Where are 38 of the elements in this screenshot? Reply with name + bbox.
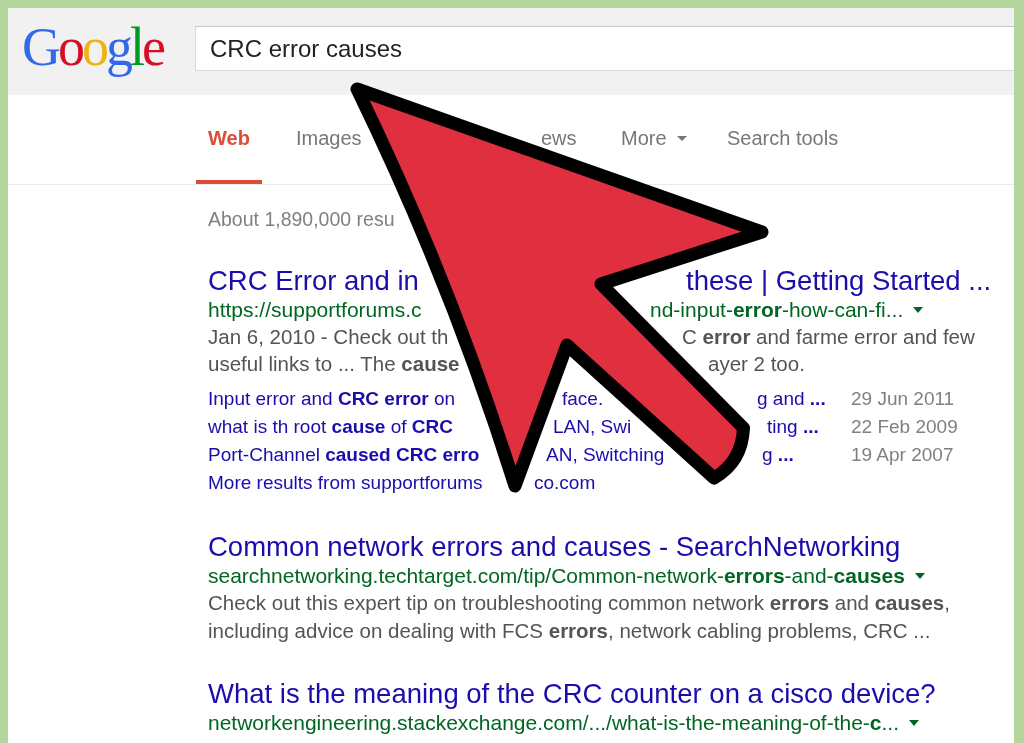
result-title-link[interactable]: Common network errors and causes - SearchNetworking [208, 531, 901, 563]
tab[interactable]: More [621, 129, 687, 147]
result-snippet: ayer 2 too. [708, 352, 805, 377]
sitelink[interactable]: g and ... [757, 388, 826, 410]
result-url: nd-input-error-how-can-fi... [650, 297, 904, 323]
sitelink[interactable]: face. [562, 388, 604, 410]
sitelink[interactable]: Port-Channel caused CRC erro [208, 444, 480, 466]
dropdown-caret-icon[interactable] [913, 307, 924, 313]
result-url: https://supportforums.c [208, 297, 422, 323]
caret-icon [676, 135, 687, 141]
result-url: networkengineering.stackexchange.com/.../what-is-the-meaning-of-the-c... [208, 710, 900, 736]
sitelink-date: 19 Apr 2007 [851, 444, 954, 466]
sitelink[interactable]: g ... [762, 444, 794, 466]
sitelink[interactable]: LAN, Swi [553, 416, 632, 438]
tab[interactable]: Search tools [727, 129, 839, 147]
tab[interactable]: Images [296, 129, 362, 147]
sitelink[interactable]: what is th root cause of CRC [208, 416, 453, 438]
sitelink[interactable]: AN, Switching [546, 444, 665, 466]
sitelink[interactable]: Input error and CRC error on [208, 388, 456, 410]
more-results-link[interactable]: More results from supportforums [208, 472, 483, 494]
search-field[interactable]: CRC error causes [195, 26, 1014, 71]
sitelink-date: 29 Jun 2011 [851, 388, 955, 410]
result-snippet: Jan 6, 2010 - Check out th [208, 324, 449, 349]
more-results-link[interactable]: co.com [534, 472, 596, 494]
tab[interactable]: Web [196, 129, 262, 184]
sitelink[interactable]: ting ... [767, 416, 819, 438]
dropdown-caret-icon[interactable] [909, 720, 920, 726]
result-snippet: C error and farme error and few [682, 324, 975, 349]
sitelink-date: 22 Feb 2009 [851, 416, 958, 438]
result-snippet: useful links to ... The cause [208, 352, 460, 377]
result-title-link[interactable]: these | Getting Started ... [686, 265, 992, 297]
result-stats: About 1,890,000 resu [208, 208, 395, 230]
result-title-link[interactable]: CRC Error and in [208, 265, 419, 297]
result-url: searchnetworking.techtarget.com/tip/Common-network-errors-and-causes [208, 563, 905, 589]
result-snippet: Check out this expert tip on troubleshooting common network errors and causes, including advice on dealing with FCS errors, network cabling problems, CRC ... [208, 590, 950, 644]
tab[interactable]: ews [541, 129, 577, 147]
result-title-link[interactable]: What is the meaning of the CRC counter on a cisco device? [208, 678, 936, 710]
dropdown-caret-icon[interactable] [914, 573, 925, 579]
